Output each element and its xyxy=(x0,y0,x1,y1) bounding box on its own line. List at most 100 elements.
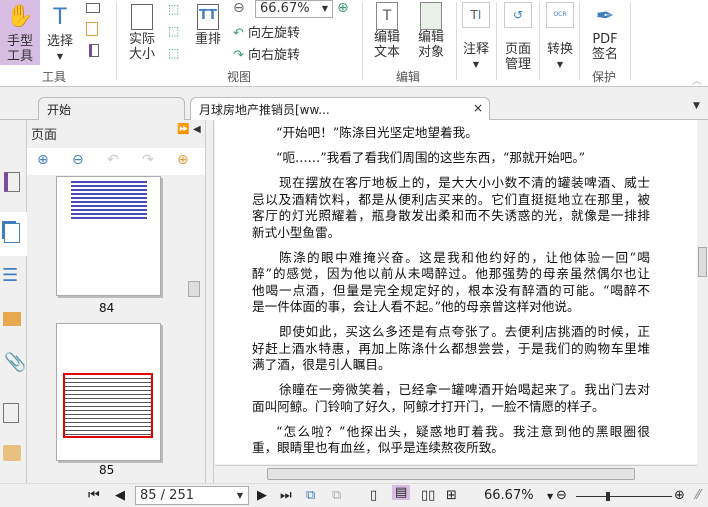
continuous-facing-icon[interactable]: ⊞ xyxy=(446,488,457,503)
zoom-in-icon[interactable]: ⊕ xyxy=(337,0,349,16)
page-mark-icon[interactable] xyxy=(89,44,99,57)
collapse-ribbon-icon[interactable]: ︿ xyxy=(692,72,702,87)
comment-icon: TI xyxy=(462,2,490,28)
edit-object-button[interactable]: 编辑 对象 xyxy=(413,2,449,60)
divider xyxy=(456,2,457,80)
zoom-level[interactable]: 66.67% xyxy=(484,488,534,503)
thumbnail-zoom-out-icon[interactable]: ⊖ xyxy=(72,152,84,168)
tab-document[interactable]: 月球房地产推销员[ww... × xyxy=(190,97,490,121)
page-thumbnail[interactable] xyxy=(56,176,161,296)
divider xyxy=(539,2,540,80)
page-number-label: 84 xyxy=(99,301,115,315)
comment-button[interactable]: TI 注释 ▼ xyxy=(460,2,492,72)
document-text-line: 忌以及酒精饮料，都是从便利店买来的。它们直挺挺地立在那里，被 xyxy=(252,191,650,207)
snapshot-icon[interactable] xyxy=(86,3,100,13)
page-manage-button[interactable]: ↺ 页面 管理 xyxy=(500,2,536,72)
document-text-line: 新式小型鱼雷。 xyxy=(252,224,341,240)
fit-width-icon[interactable]: ⬚ xyxy=(168,2,179,16)
slider-thumb[interactable] xyxy=(606,492,610,501)
pen-icon: ✒ xyxy=(595,4,615,29)
tab-start[interactable]: 开始 xyxy=(38,97,185,120)
status-bar: ⏮ ◀ 85 / 251 ▼ ▶ ⏭ ⧉ ⧉ ▯ ▤ ▯▯ ⊞ 66.67% ▼ … xyxy=(0,483,708,507)
bookmark-icon[interactable] xyxy=(4,172,20,192)
attachment-icon[interactable]: 📎 xyxy=(4,352,26,373)
single-page-icon[interactable]: ▯ xyxy=(370,488,377,503)
zoom-slider[interactable] xyxy=(576,492,672,501)
close-icon[interactable]: × xyxy=(473,101,483,115)
divider xyxy=(496,2,497,80)
page-rotate-icon: ↺ xyxy=(504,2,532,28)
reflow-button[interactable]: TT 重排 xyxy=(193,2,223,47)
horizontal-scrollbar[interactable] xyxy=(215,465,697,481)
comments-icon[interactable] xyxy=(3,312,21,326)
zoom-in-icon[interactable]: ⊕ xyxy=(674,488,685,503)
clipboard-icon[interactable] xyxy=(86,22,98,36)
panel-collapse-icon[interactable]: ◀ xyxy=(193,124,201,135)
document-text-line: 客厅的灯光照耀着，瓶身散发出柔和而不失诱惑的光，就像是一排排 xyxy=(252,208,650,223)
signature-icon[interactable] xyxy=(3,403,19,423)
facing-pages-icon[interactable]: ▯▯ xyxy=(421,488,435,503)
last-page-icon[interactable]: ⏭ xyxy=(280,488,292,503)
resize-grip-icon[interactable]: ⁄⁄ xyxy=(696,488,700,503)
pdf-sign-button[interactable]: ✒ PDF 签名 xyxy=(588,2,622,62)
pages-panel: 页面 ⏩ ◀ ⊕ ⊖ ↶ ↷ ⊕ 84 85 xyxy=(27,120,205,483)
document-text-line: “开始吧！”陈涤目光坚定地望着我。 xyxy=(276,125,478,140)
current-view-box[interactable] xyxy=(63,373,153,438)
panel-expand-icon[interactable]: ⏩ xyxy=(177,124,189,135)
previous-view-icon[interactable]: ⧉ xyxy=(306,488,315,503)
first-page-icon[interactable]: ⏮ xyxy=(88,488,100,503)
tabs-menu-icon[interactable]: ▼ xyxy=(693,101,700,111)
scroll-thumb[interactable] xyxy=(267,468,635,480)
continuous-page-icon[interactable]: ▤ xyxy=(392,485,411,500)
panel-scrollbar[interactable] xyxy=(188,176,200,481)
hand-tool-button[interactable]: ✋ 手型 工具 xyxy=(0,0,40,65)
next-view-icon: ⧉ xyxy=(332,488,342,503)
document-text-line: 醉”的感觉，因为他以前从未喝醉过。他那强势的母亲虽然偶尔也让 xyxy=(252,266,650,281)
zoom-out-icon[interactable]: ⊖ xyxy=(233,0,245,16)
previous-page-icon[interactable]: ◀ xyxy=(115,488,125,503)
chevron-down-icon: ▼ xyxy=(236,491,243,500)
insert-page-icon[interactable]: ⊕ xyxy=(177,152,189,168)
document-text-line: 重，眼睛里也有血丝，似乎是连续熬夜所致。 xyxy=(252,440,504,455)
rotate-left-button[interactable]: ↶ 向左旋转 xyxy=(233,22,300,41)
document-text-line: 他喝一点酒，但量是完全规定好的，根本没有醉酒的可能。“喝醉不 xyxy=(252,282,650,298)
layers-icon[interactable]: ☰ xyxy=(2,265,18,286)
lock-icon[interactable] xyxy=(3,445,21,461)
text-select-icon: T xyxy=(53,5,67,30)
zoom-select[interactable]: 66.67% ▼ xyxy=(255,0,333,18)
scroll-thumb[interactable] xyxy=(698,247,707,277)
next-page-icon[interactable]: ▶ xyxy=(257,488,267,503)
page-thumbnail[interactable] xyxy=(56,323,161,461)
document-text-line: 是一件体面的事，会让人看不起。”他的母亲曾这样对他说。 xyxy=(252,299,580,314)
scroll-thumb[interactable] xyxy=(188,281,200,297)
document-text-line: 徐瞳在一旁微笑着，已经拿一罐啤酒开始喝起来了。我出门去对 xyxy=(279,382,650,397)
document-text-line: 即使如此，买这么多还是有点夸张了。去便利店挑酒的时候，正 xyxy=(279,324,650,339)
select-button[interactable]: T 选择 ▼ xyxy=(44,2,76,64)
zoom-dropdown-icon[interactable]: ▼ xyxy=(547,492,553,501)
actual-size-button[interactable]: 实际 大小 xyxy=(126,2,158,62)
page-number-label: 85 xyxy=(99,463,115,477)
reflow-icon: TT xyxy=(197,4,219,30)
edit-object-icon xyxy=(420,2,442,30)
edit-text-icon: T xyxy=(376,2,398,30)
edit-text-button[interactable]: T 编辑 文本 xyxy=(372,2,402,60)
divider xyxy=(116,2,117,80)
page-number-field[interactable]: 85 / 251 ▼ xyxy=(135,486,249,505)
fit-visible-icon[interactable]: ⬚ xyxy=(168,46,179,60)
fit-page-icon[interactable]: ⬚ xyxy=(168,24,179,38)
vertical-scrollbar[interactable] xyxy=(697,120,708,483)
thumbnail-zoom-in-icon[interactable]: ⊕ xyxy=(37,152,49,168)
pages-icon[interactable] xyxy=(4,223,20,243)
document-view: “开始吧！”陈涤目光坚定地望着我。 “呃……”我看了看我们周围的这些东西，“那就开… xyxy=(215,120,697,464)
document-text-line: 好赶上酒水特惠，再加上陈涤什么都想尝尝，于是我们的购物车里堆 xyxy=(252,340,650,356)
rotate-right-button[interactable]: ↷ 向右旋转 xyxy=(233,44,300,63)
document-text-line: 现在摆放在客厅地板上的，是大大小小数不清的罐装啤酒、威士 xyxy=(279,175,650,190)
panel-splitter[interactable] xyxy=(205,120,214,483)
navigation-sidebar: ☰ 📎 xyxy=(0,120,27,483)
document-text-line: “呃……”我看了看我们周围的这些东西，“那就开始吧。” xyxy=(276,150,586,165)
convert-button[interactable]: OCR 转换 ▼ xyxy=(544,2,576,72)
zoom-out-icon[interactable]: ⊖ xyxy=(556,488,567,503)
divider xyxy=(362,2,363,80)
divider xyxy=(630,2,631,80)
page-icon xyxy=(131,4,153,30)
